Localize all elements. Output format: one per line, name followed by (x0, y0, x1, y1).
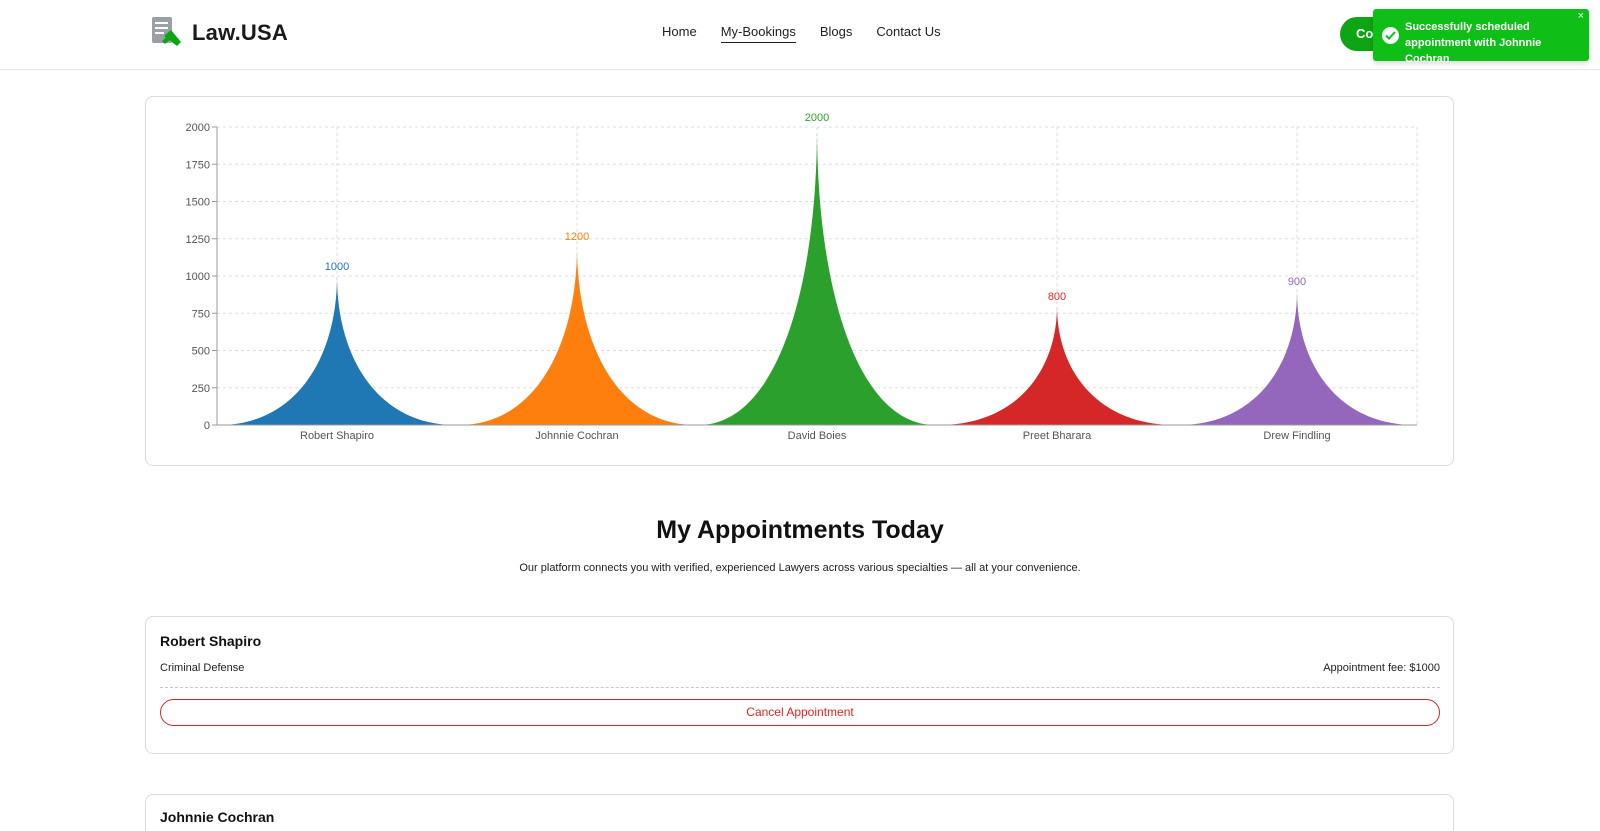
y-tick-label: 1750 (186, 159, 210, 171)
success-toast: Successfully scheduled appointment with … (1373, 9, 1589, 65)
booking-card: Robert Shapiro Criminal Defense Appointm… (145, 616, 1454, 754)
x-tick-label: Robert Shapiro (300, 430, 374, 442)
y-tick-label: 250 (192, 383, 210, 395)
y-tick-label: 750 (192, 308, 210, 320)
page-subtitle: Our platform connects you with verified,… (519, 562, 1081, 574)
top-navbar: Law.USA Home My-Bookings Blogs Contact U… (0, 0, 1600, 70)
y-tick-label: 0 (204, 420, 210, 432)
booking-card: Johnnie Cochran (145, 794, 1454, 831)
chart-spike-drew-findling (1179, 290, 1415, 425)
lawyer-specialty: Criminal Defense (160, 662, 245, 674)
close-icon[interactable]: × (1578, 10, 1584, 22)
data-label: 800 (1048, 291, 1066, 303)
toast-message: Successfully scheduled appointment with … (1405, 21, 1542, 65)
x-tick-label: Drew Findling (1263, 430, 1330, 442)
bookings-fee-chart: 0 250 500 750 1000 1250 1500 1750 2000 1000 1200 20… (145, 96, 1454, 466)
data-label: 900 (1288, 276, 1306, 288)
divider (160, 687, 1440, 688)
appointment-fee: Appointment fee: $1000 (1323, 662, 1440, 674)
page-title: My Appointments Today (656, 516, 944, 544)
lawyer-name: Johnnie Cochran (160, 809, 275, 825)
y-tick-label: 1250 (186, 234, 210, 246)
brand-logo[interactable]: Law.USA (150, 16, 288, 50)
nav-my-bookings[interactable]: My-Bookings (720, 24, 796, 43)
y-tick-label: 500 (192, 346, 210, 358)
chart-canvas: 0 250 500 750 1000 1250 1500 1750 2000 1000 1200 20… (186, 112, 1418, 442)
x-tick-label: David Boies (788, 430, 847, 442)
y-tick-label: 1500 (186, 197, 210, 209)
x-tick-label: Johnnie Cochran (535, 430, 618, 442)
cancel-appointment-button[interactable]: Cancel Appointment (160, 699, 1440, 726)
chart-spike-johnnie-cochran (459, 246, 695, 425)
brand-name: Law.USA (192, 20, 288, 45)
nav-home[interactable]: Home (662, 24, 697, 43)
gavel-document-icon (152, 17, 181, 46)
check-circle-icon (1382, 27, 1399, 44)
data-label: 1200 (565, 231, 589, 243)
y-tick-label: 2000 (186, 122, 210, 134)
x-tick-label: Preet Bharara (1023, 430, 1092, 442)
data-label: 2000 (805, 112, 829, 124)
nav-blogs[interactable]: Blogs (820, 24, 853, 43)
lawyer-name: Robert Shapiro (160, 633, 262, 649)
main-nav: Home My-Bookings Blogs Contact Us (662, 24, 941, 43)
chart-spike-preet-bharara (939, 305, 1175, 425)
nav-contact-us[interactable]: Contact Us (876, 24, 940, 43)
data-label: 1000 (325, 261, 349, 273)
y-tick-label: 1000 (186, 271, 210, 283)
